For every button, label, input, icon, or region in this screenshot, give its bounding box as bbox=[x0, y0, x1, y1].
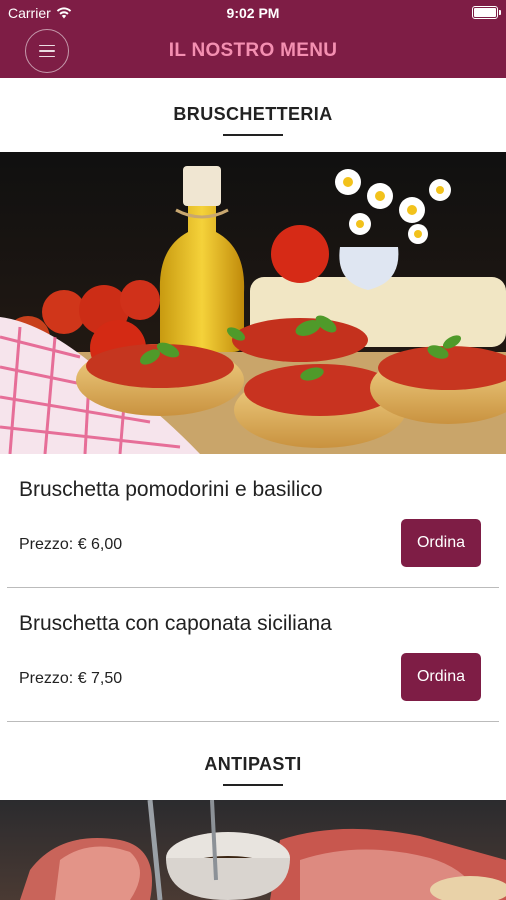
nav-bar: IL NOSTRO MENU bbox=[0, 26, 506, 78]
battery-icon bbox=[472, 6, 501, 19]
item-price: Prezzo: € 6,00 bbox=[19, 536, 123, 553]
item-price: Prezzo: € 7,50 bbox=[19, 670, 123, 687]
section-underline bbox=[223, 784, 283, 786]
section-header-bruschetteria: BRUSCHETTERIA bbox=[0, 78, 506, 148]
item-name: Bruschetta con caponata siciliana bbox=[19, 612, 332, 635]
bruschetteria-image bbox=[0, 152, 506, 454]
item-name: Bruschetta pomodorini e basilico bbox=[19, 478, 323, 501]
order-button[interactable]: Ordina bbox=[401, 519, 481, 567]
status-time: 9:02 PM bbox=[226, 5, 280, 21]
section-title: BRUSCHETTERIA bbox=[173, 104, 333, 124]
page-title: IL NOSTRO MENU bbox=[168, 40, 338, 61]
antipasti-image bbox=[0, 800, 506, 900]
order-button[interactable]: Ordina bbox=[401, 653, 481, 701]
status-bar: Carrier 9:02 PM bbox=[0, 0, 506, 26]
divider bbox=[7, 720, 499, 722]
section-header-antipasti: ANTIPASTI bbox=[0, 728, 506, 798]
section-title: ANTIPASTI bbox=[204, 754, 302, 774]
menu-item: Bruschetta con caponata siciliana Prezzo… bbox=[0, 588, 506, 722]
section-underline bbox=[223, 134, 283, 136]
menu-item: Bruschetta pomodorini e basilico Prezzo:… bbox=[0, 454, 506, 588]
